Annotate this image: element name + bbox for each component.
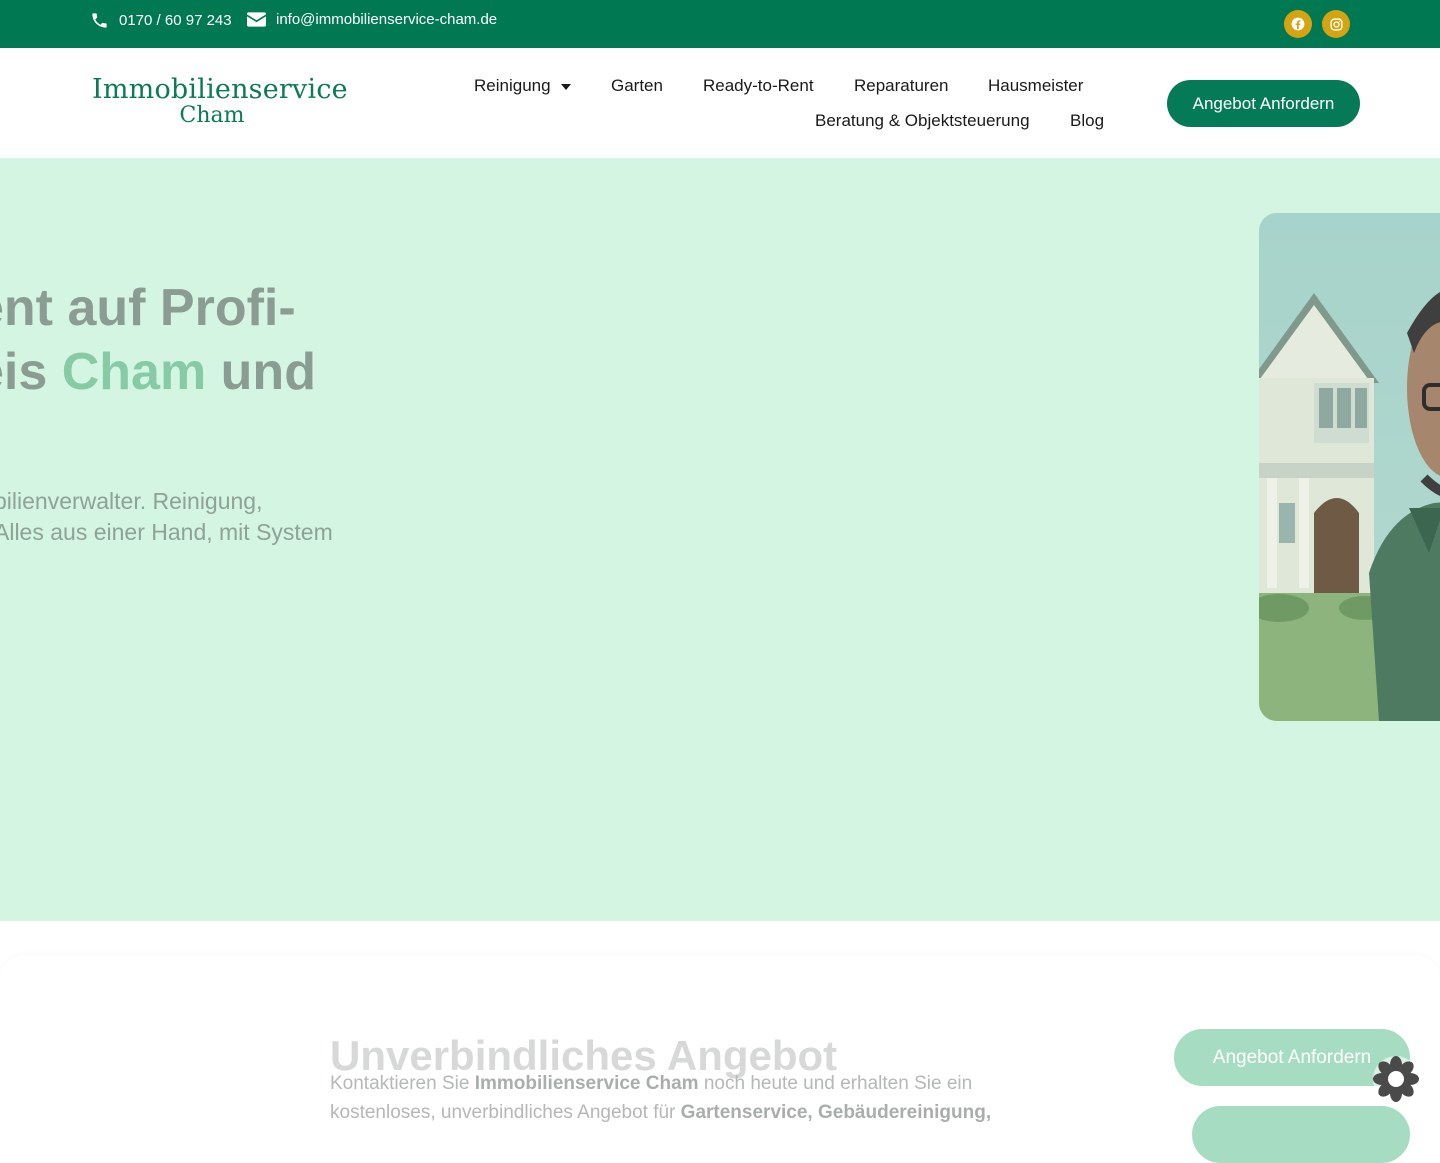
facebook-icon — [1291, 17, 1305, 31]
hero-title-line-1: ent auf Profi- — [0, 279, 296, 337]
nav-garten[interactable]: Garten — [611, 76, 663, 96]
hero-subtitle-line-1: bilienverwalter. Reinigung, — [0, 488, 263, 514]
phone-icon — [92, 13, 107, 28]
hero-title-line-2b: und — [206, 343, 316, 401]
request-offer-button[interactable]: Angebot Anfordern — [1167, 80, 1360, 127]
instagram-icon — [1329, 17, 1343, 31]
chevron-down-icon — [560, 83, 571, 90]
flower-icon — [1373, 1056, 1419, 1102]
nav-hausmeister[interactable]: Hausmeister — [988, 76, 1083, 96]
house-photo — [1259, 213, 1440, 721]
hero-section: ent auf Profi- eis Cham und bilienverwal… — [0, 158, 1440, 921]
hero-title: ent auf Profi- eis Cham und — [0, 276, 375, 404]
hero-title-accent: Cham — [61, 343, 207, 401]
top-bar: 0170 / 60 97 243 info@immobilienservice-… — [0, 0, 1440, 48]
chat-widget-button[interactable] — [1372, 1055, 1420, 1103]
nav-ready-to-rent[interactable]: Ready-to-Rent — [703, 76, 814, 96]
site-logo[interactable]: Immobilienservice Cham — [92, 74, 348, 128]
logo-line-1: Immobilienservice — [92, 74, 348, 105]
offer-secondary-button[interactable] — [1192, 1106, 1410, 1163]
hero-image — [1259, 213, 1440, 721]
logo-line-2: Cham — [179, 103, 245, 128]
hero-subtitle-line-2: Alles aus einer Hand, mit System — [0, 519, 333, 545]
offer-text-1: Kontaktieren Sie — [330, 1073, 475, 1094]
instagram-button[interactable] — [1322, 10, 1350, 38]
email-link[interactable]: info@immobilienservice-cham.de — [247, 11, 497, 28]
envelope-icon — [247, 12, 266, 27]
offer-text-bold-2: Gartenservice, Gebäudereinigung, — [680, 1102, 992, 1123]
hero-title-line-2a: eis — [0, 343, 48, 401]
phone-link[interactable]: 0170 / 60 97 243 — [90, 11, 232, 30]
facebook-button[interactable] — [1284, 10, 1312, 38]
email-address: info@immobilienservice-cham.de — [276, 11, 498, 28]
nav-label: Reinigung — [474, 76, 551, 95]
nav-reinigung[interactable]: Reinigung — [474, 76, 571, 96]
site-header: Immobilienservice Cham Reinigung Garten … — [0, 48, 1440, 158]
nav-beratung[interactable]: Beratung & Objektsteuerung — [815, 111, 1030, 131]
hero-subtitle: bilienverwalter. Reinigung, Alles aus ei… — [0, 486, 333, 548]
nav-blog[interactable]: Blog — [1070, 111, 1104, 131]
offer-text: Kontaktieren Sie Immobilienservice Cham … — [330, 1069, 1010, 1127]
nav-reparaturen[interactable]: Reparaturen — [854, 76, 949, 96]
offer-text-bold-1: Immobilienservice Cham — [474, 1073, 699, 1094]
phone-number: 0170 / 60 97 243 — [119, 12, 232, 29]
